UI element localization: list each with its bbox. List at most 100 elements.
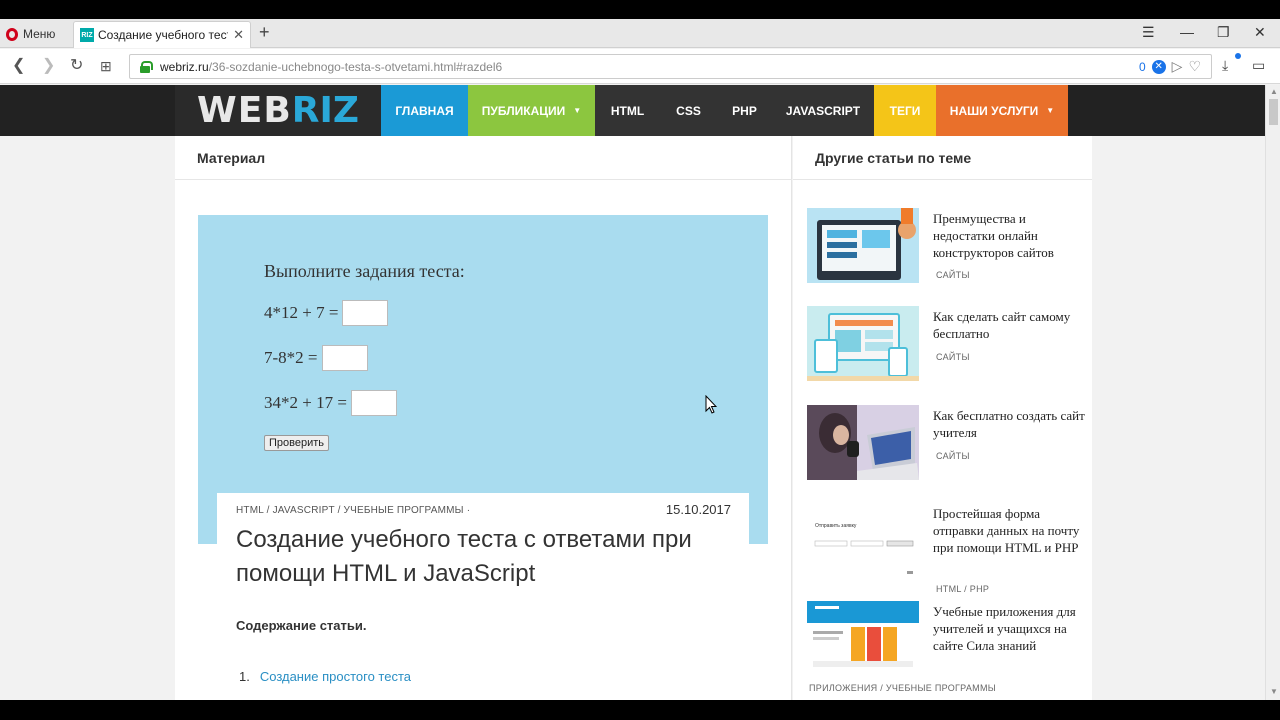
related-article-thumbnail[interactable] xyxy=(807,208,919,283)
nav-item-html[interactable]: HTML xyxy=(595,85,660,136)
nav-item-label: ПУБЛИКАЦИИ xyxy=(481,103,566,118)
material-header: Материал xyxy=(175,136,792,180)
related-article-thumbnail[interactable]: Отправить заявку xyxy=(807,503,919,578)
related-article[interactable]: Пренмущества и недостатки онлайн констру… xyxy=(807,208,1092,298)
website-builder-illustration-icon xyxy=(807,208,919,283)
related-article[interactable]: Как бесплатно создать сайт учителя САЙТЫ xyxy=(807,405,1092,495)
nav-item-services[interactable]: НАШИ УСЛУГИ ▼ xyxy=(936,85,1068,136)
reload-icon[interactable]: ↻ xyxy=(70,57,83,75)
nav-item-publications[interactable]: ПУБЛИКАЦИИ ▼ xyxy=(468,85,595,136)
url-actions: 0 ✕ ▷ ♡ xyxy=(1139,58,1201,75)
tab-title: Создание учебного теста xyxy=(98,28,228,42)
nav-item-tags[interactable]: ТЕГИ xyxy=(874,85,936,136)
hero-check-button: Проверить xyxy=(264,435,329,451)
related-article-category[interactable]: HTML / PHP xyxy=(936,584,989,594)
related-article-thumbnail[interactable] xyxy=(807,306,919,381)
maximize-icon[interactable]: ❐ xyxy=(1217,23,1230,41)
answer-box xyxy=(350,390,397,416)
category-link-html[interactable]: HTML xyxy=(236,505,264,516)
related-article-category[interactable]: ПРИЛОЖЕНИЯ / УЧЕБНЫЕ ПРОГРАММЫ xyxy=(809,683,996,693)
logo-riz-text: RIZ xyxy=(291,90,359,131)
site-navigation: WEB RIZ ГЛАВНАЯ ПУБЛИКАЦИИ ▼ HTML CSS PHP… xyxy=(0,85,1265,136)
web-page: WEB RIZ ГЛАВНАЯ ПУБЛИКАЦИИ ▼ HTML CSS PHP… xyxy=(0,85,1265,700)
download-icon[interactable]: ⤓ xyxy=(1222,57,1228,74)
screen-top-border xyxy=(0,0,1280,19)
nav-item-label: JAVASCRIPT xyxy=(785,103,861,118)
tab-menu-icon[interactable]: ☰ xyxy=(1142,23,1155,41)
related-article-title[interactable]: Простейшая форма отправки данных на почт… xyxy=(933,505,1085,556)
category-link-javascript[interactable]: JAVASCRIPT xyxy=(273,505,335,516)
mouse-cursor-icon xyxy=(705,395,717,414)
related-article-title[interactable]: Пренмущества и недостатки онлайн констру… xyxy=(933,210,1085,261)
devices-illustration-icon xyxy=(807,306,919,381)
hero-question-1: 4*12 + 7 = xyxy=(264,300,389,326)
article-title: Создание учебного теста с ответами при п… xyxy=(236,526,692,587)
answer-box xyxy=(342,300,389,326)
related-article-thumbnail[interactable] xyxy=(807,601,919,676)
screen-bottom-border xyxy=(0,700,1280,720)
related-article[interactable]: Как сделать сайт самому бесплатно САЙТЫ xyxy=(807,306,1092,396)
teacher-laptop-photo-icon xyxy=(807,405,919,480)
hero-question-3: 34*2 + 17 = xyxy=(264,390,397,416)
nav-item-home[interactable]: ГЛАВНАЯ xyxy=(381,85,468,136)
table-of-contents: 1. Создание простого теста xyxy=(239,669,411,696)
related-article-title[interactable]: Как бесплатно создать сайт учителя xyxy=(933,407,1085,441)
minimize-icon[interactable]: — xyxy=(1180,23,1194,41)
adblock-icon[interactable]: ✕ xyxy=(1151,59,1166,74)
address-bar: ❮ ❯ ↻ ⊞ webriz.ru /36-sozdanie-uchebnogo… xyxy=(0,49,1280,84)
educational-apps-screenshot-icon xyxy=(807,601,919,676)
nav-item-css[interactable]: CSS xyxy=(660,85,717,136)
related-article-category[interactable]: САЙТЫ xyxy=(936,352,970,362)
related-article[interactable]: Учебные приложения для учителей и учащих… xyxy=(807,601,1092,700)
article-date: 15.10.2017 xyxy=(665,502,731,517)
nav-item-javascript[interactable]: JAVASCRIPT xyxy=(772,85,874,136)
answer-box xyxy=(321,345,368,371)
url-field[interactable]: webriz.ru /36-sozdanie-uchebnogo-testa-s… xyxy=(129,54,1212,79)
scrollbar-thumb[interactable] xyxy=(1269,99,1278,125)
question-text: 4*12 + 7 = xyxy=(264,303,339,322)
related-article-category[interactable]: САЙТЫ xyxy=(936,451,970,461)
related-article-category[interactable]: САЙТЫ xyxy=(936,270,970,280)
toc-label: Содержание статьи. xyxy=(236,618,367,633)
nav-item-label: ГЛАВНАЯ xyxy=(395,103,454,118)
question-text: 34*2 + 17 = xyxy=(264,393,347,412)
chevron-down-icon: ▼ xyxy=(573,106,582,115)
toc-link[interactable]: Создание простого теста xyxy=(260,669,411,684)
related-article-thumbnail[interactable] xyxy=(807,405,919,480)
site-logo[interactable]: WEB RIZ xyxy=(175,85,381,136)
lock-icon xyxy=(140,60,153,73)
battery-icon[interactable]: ▭ xyxy=(1252,57,1265,74)
tab-close-icon[interactable]: ✕ xyxy=(233,27,244,43)
nav-item-label: PHP xyxy=(732,103,757,118)
bookmark-heart-icon[interactable]: ♡ xyxy=(1188,58,1201,75)
opera-menu-button[interactable]: Меню xyxy=(6,24,55,44)
article-categories: HTML / JAVASCRIPT / УЧЕБНЫЕ ПРОГРАММЫ · xyxy=(236,505,471,516)
sidebar-header: Другие статьи по теме xyxy=(793,136,1092,180)
back-icon[interactable]: ❮ xyxy=(12,57,25,75)
related-articles-sidebar: Другие статьи по теме Пренмущества и нед… xyxy=(793,136,1092,700)
related-article[interactable]: Отправить заявку Простейшая форма отправ… xyxy=(807,503,1092,603)
scroll-down-icon[interactable]: ▼ xyxy=(1270,687,1278,696)
chevron-down-icon: ▼ xyxy=(1046,106,1055,115)
hero-test-title: Выполните задания теста: xyxy=(264,261,465,281)
nav-item-label: ТЕГИ xyxy=(889,103,921,118)
scroll-up-icon[interactable]: ▲ xyxy=(1270,87,1278,96)
opera-menu-label: Меню xyxy=(23,27,56,41)
screen: Меню RIZ Создание учебного теста ✕ + ☰ —… xyxy=(0,0,1280,720)
nav-item-php[interactable]: PHP xyxy=(717,85,772,136)
page-scrollbar[interactable]: ▲ ▼ xyxy=(1265,85,1280,700)
related-article-title[interactable]: Как сделать сайт самому бесплатно xyxy=(933,308,1085,342)
speed-dial-icon[interactable]: ⊞ xyxy=(100,57,112,75)
close-window-icon[interactable]: ✕ xyxy=(1254,23,1266,41)
new-tab-icon[interactable]: + xyxy=(259,23,270,41)
toc-item: 1. Создание простого теста xyxy=(239,669,411,684)
article-block: HTML / JAVASCRIPT / УЧЕБНЫЕ ПРОГРАММЫ · … xyxy=(217,493,749,700)
hero-question-2: 7-8*2 = xyxy=(264,345,368,371)
send-icon[interactable]: ▷ xyxy=(1172,58,1183,75)
browser-tab[interactable]: RIZ Создание учебного теста ✕ xyxy=(73,21,251,48)
url-path: /36-sozdanie-uchebnogo-testa-s-otvetami.… xyxy=(208,59,503,74)
forward-icon[interactable]: ❯ xyxy=(42,57,55,75)
nav-item-label: НАШИ УСЛУГИ xyxy=(949,103,1039,118)
category-link-programs[interactable]: УЧЕБНЫЕ ПРОГРАММЫ xyxy=(344,505,464,516)
related-article-title[interactable]: Учебные приложения для учителей и учащих… xyxy=(933,603,1085,654)
